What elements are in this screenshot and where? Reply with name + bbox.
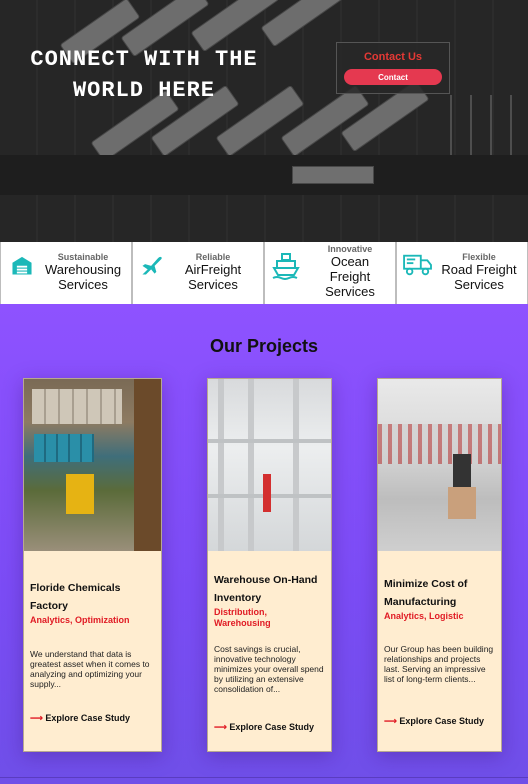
arrow-right-icon: ⟶ xyxy=(384,716,397,726)
explore-case-study-link[interactable]: ⟶ Explore Case Study xyxy=(384,716,484,727)
service-name: Road Freight Services xyxy=(441,262,517,292)
divider xyxy=(0,777,528,778)
service-name: Ocean Freight Services xyxy=(325,254,375,299)
cta-label: Explore Case Study xyxy=(229,722,314,732)
project-image xyxy=(208,379,331,551)
arrow-right-icon: ⟶ xyxy=(30,713,43,723)
service-sub: Flexible xyxy=(462,252,496,262)
hero-banner: CONNECT WITH THE WORLD HERE Contact Us C… xyxy=(0,0,528,242)
service-name: Warehousing Services xyxy=(44,262,122,292)
services-bar: Sustainable Warehousing Services Reliabl… xyxy=(0,242,528,305)
service-sub: Innovative xyxy=(327,244,373,254)
project-tags: Analytics, Optimization xyxy=(30,615,130,625)
service-airfreight[interactable]: Reliable AirFreight Services xyxy=(132,242,264,304)
project-title: Warehouse On-Hand Inventory xyxy=(214,574,318,604)
projects-section: Our Projects Floride Chemicals Factory A… xyxy=(0,304,528,784)
hero-overlay xyxy=(0,0,528,242)
contact-box: Contact Us Contact xyxy=(336,42,450,94)
cta-label: Explore Case Study xyxy=(399,716,484,726)
project-title: Floride Chemicals Factory xyxy=(30,582,121,612)
arrow-right-icon: ⟶ xyxy=(214,722,227,732)
project-image xyxy=(378,379,501,551)
explore-case-study-link[interactable]: ⟶ Explore Case Study xyxy=(214,722,314,733)
project-description: Our Group has been building relationship… xyxy=(384,644,494,684)
service-name: AirFreight Services xyxy=(184,262,242,292)
service-warehousing[interactable]: Sustainable Warehousing Services xyxy=(0,242,132,304)
project-card[interactable]: Floride Chemicals Factory Analytics, Opt… xyxy=(23,378,162,752)
service-road-freight[interactable]: Flexible Road Freight Services xyxy=(396,242,528,304)
ship-icon xyxy=(272,253,300,280)
service-ocean-freight[interactable]: Innovative Ocean Freight Services xyxy=(264,242,396,304)
explore-case-study-link[interactable]: ⟶ Explore Case Study xyxy=(30,713,130,724)
project-image xyxy=(24,379,161,551)
projects-title: Our Projects xyxy=(209,336,319,356)
project-card[interactable]: Minimize Cost of Manufacturing Analytics… xyxy=(377,378,502,752)
cta-label: Explore Case Study xyxy=(45,713,130,723)
warehouse-icon xyxy=(12,256,32,275)
project-tags: Distribution, Warehousing xyxy=(214,607,271,628)
truck-icon xyxy=(403,254,432,276)
service-sub: Reliable xyxy=(195,252,231,262)
service-sub: Sustainable xyxy=(57,252,109,262)
project-title: Minimize Cost of Manufacturing xyxy=(384,578,468,608)
hero-title: CONNECT WITH THE WORLD HERE xyxy=(30,47,258,103)
contact-heading: Contact Us xyxy=(363,51,423,63)
project-tags: Analytics, Logistic xyxy=(384,611,464,621)
project-description: We understand that data is greatest asse… xyxy=(30,649,150,689)
plane-icon xyxy=(142,256,162,275)
project-description: Cost savings is crucial, innovative tech… xyxy=(214,644,324,694)
contact-button[interactable]: Contact xyxy=(344,69,442,85)
project-card[interactable]: Warehouse On-Hand Inventory Distribution… xyxy=(207,378,332,752)
